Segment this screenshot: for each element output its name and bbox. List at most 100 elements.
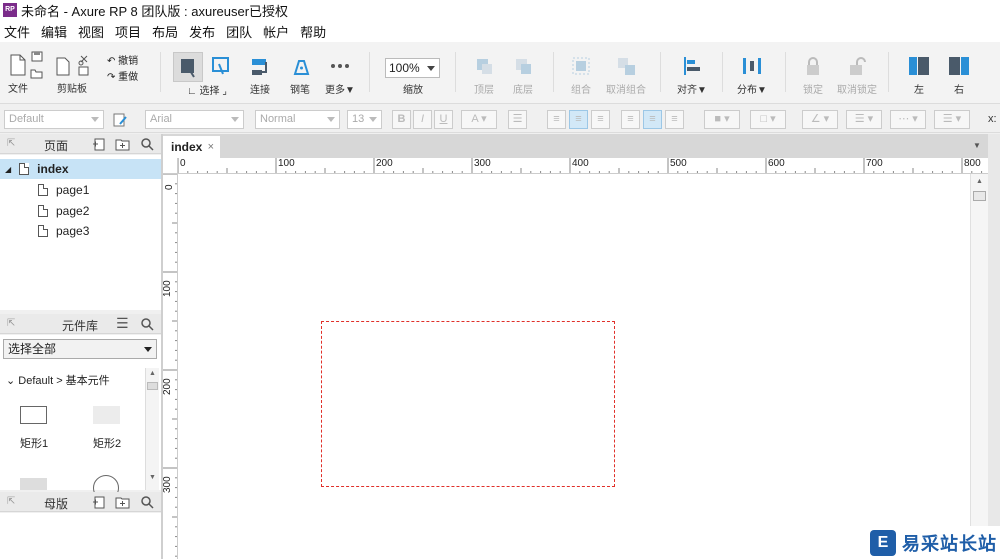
bring-to-front-button[interactable]: 顶层 bbox=[471, 55, 497, 96]
italic-button[interactable]: I bbox=[413, 110, 432, 129]
distribute-button[interactable]: 分布▼ bbox=[734, 55, 770, 96]
align-center-text-button[interactable]: ≡ bbox=[569, 110, 588, 129]
redo-icon: ↷ bbox=[107, 72, 119, 83]
send-to-back-button[interactable]: 底层 bbox=[510, 55, 536, 96]
design-canvas[interactable] bbox=[178, 174, 970, 559]
valign-middle-button[interactable]: ≡ bbox=[643, 110, 662, 129]
tab-index[interactable]: index × bbox=[163, 136, 220, 158]
widget-image-preview[interactable] bbox=[20, 478, 47, 490]
unlock-icon bbox=[850, 57, 866, 75]
unlock-button[interactable]: 取消锁定 bbox=[835, 55, 879, 96]
widget-rectangle2-preview[interactable] bbox=[93, 406, 120, 424]
select-mode-button[interactable] bbox=[173, 52, 203, 82]
widget-rectangle1-preview[interactable] bbox=[20, 406, 47, 424]
font-size-select[interactable]: 13 bbox=[347, 110, 382, 129]
pin-icon[interactable]: ⇱ bbox=[7, 318, 15, 329]
align-button[interactable]: 对齐▼ bbox=[674, 55, 710, 96]
search-icon[interactable] bbox=[140, 495, 154, 509]
undo-button[interactable]: ↶ 撤销 bbox=[107, 52, 138, 67]
style-select[interactable]: Default bbox=[4, 110, 104, 129]
text-align-right-icon: ≡ bbox=[597, 113, 604, 125]
left-panel-button[interactable]: 左 bbox=[905, 55, 933, 96]
right-label: 右 bbox=[954, 85, 964, 96]
right-panel-icon bbox=[949, 57, 969, 75]
page-item-page2[interactable]: page2 bbox=[0, 201, 161, 221]
menu-help[interactable]: 帮助 bbox=[300, 22, 326, 41]
valign-bottom-button[interactable]: ≡ bbox=[665, 110, 684, 129]
search-icon[interactable] bbox=[140, 317, 154, 331]
redo-button[interactable]: ↷ 重做 bbox=[107, 68, 138, 83]
connect-button[interactable]: 连接 bbox=[247, 55, 273, 96]
add-folder-icon[interactable] bbox=[115, 495, 131, 509]
scroll-thumb[interactable] bbox=[973, 191, 986, 201]
search-icon[interactable] bbox=[140, 137, 154, 151]
menu-view[interactable]: 视图 bbox=[78, 22, 104, 41]
line-style-icon: ⋯ ▾ bbox=[898, 113, 918, 125]
font-family-select[interactable]: Arial bbox=[145, 110, 244, 129]
menu-project[interactable]: 项目 bbox=[115, 22, 141, 41]
close-icon[interactable]: × bbox=[208, 136, 214, 158]
align-right-text-button[interactable]: ≡ bbox=[591, 110, 610, 129]
canvas-vertical-scrollbar[interactable]: ▲ bbox=[970, 174, 988, 559]
add-folder-icon[interactable] bbox=[115, 137, 131, 151]
group-button[interactable]: 组合 bbox=[568, 55, 594, 96]
align-left-text-button[interactable]: ≡ bbox=[547, 110, 566, 129]
file-button[interactable]: 文件 bbox=[5, 54, 31, 95]
page-item-index[interactable]: ◢ index bbox=[0, 159, 161, 179]
font-weight-select[interactable]: Normal bbox=[255, 110, 340, 129]
tab-list-chevron-icon[interactable]: ▼ bbox=[973, 141, 981, 150]
library-group-header[interactable]: ⌄ Default > 基本元件 bbox=[6, 372, 110, 388]
save-open-icon[interactable] bbox=[30, 50, 44, 80]
library-scrollbar[interactable]: ▲ ▼ bbox=[145, 368, 159, 490]
more-button[interactable]: 更多▼ bbox=[323, 55, 357, 96]
select-contained-icon[interactable] bbox=[211, 56, 231, 76]
add-master-icon[interactable] bbox=[92, 495, 106, 509]
menu-file[interactable]: 文件 bbox=[4, 22, 30, 41]
chevron-down-icon bbox=[327, 117, 335, 122]
menu-account[interactable]: 帐户 bbox=[263, 22, 289, 41]
bullet-list-button[interactable]: ☰ bbox=[508, 110, 527, 129]
connect-icon bbox=[252, 59, 267, 75]
arrow-style-icon: ☰ ▾ bbox=[942, 113, 962, 125]
font-color-button[interactable]: A ▾ bbox=[461, 110, 497, 129]
selection-rectangle[interactable] bbox=[321, 321, 615, 487]
page-item-page1[interactable]: page1 bbox=[0, 180, 161, 200]
scroll-up-icon[interactable]: ▲ bbox=[976, 178, 983, 185]
lock-button[interactable]: 锁定 bbox=[800, 55, 826, 96]
add-page-icon[interactable] bbox=[92, 137, 106, 151]
line-style-button[interactable]: ⋯ ▾ bbox=[890, 110, 926, 129]
hruler-label-300: 300 bbox=[474, 158, 491, 169]
pin-icon[interactable]: ⇱ bbox=[7, 496, 15, 507]
clipboard-button[interactable]: 剪贴板 bbox=[55, 54, 89, 95]
menu-team[interactable]: 团队 bbox=[226, 22, 252, 41]
fill-color-button[interactable]: ■ ▾ bbox=[704, 110, 740, 129]
scroll-down-icon[interactable]: ▼ bbox=[149, 474, 156, 481]
menu-edit[interactable]: 编辑 bbox=[41, 22, 67, 41]
expand-triangle-icon[interactable]: ◢ bbox=[5, 165, 11, 174]
library-select[interactable]: 选择全部 bbox=[3, 339, 157, 359]
scroll-up-icon[interactable]: ▲ bbox=[149, 370, 156, 377]
pen-button[interactable]: 钢笔 bbox=[287, 55, 313, 96]
style-editor-icon[interactable] bbox=[112, 112, 128, 128]
shadow-icon: □ ▾ bbox=[760, 113, 776, 125]
line-color-button[interactable]: ∠ ▾ bbox=[802, 110, 838, 129]
bold-button[interactable]: B bbox=[392, 110, 411, 129]
valign-top-button[interactable]: ≡ bbox=[621, 110, 640, 129]
shadow-button[interactable]: □ ▾ bbox=[750, 110, 786, 129]
menu-layout[interactable]: 布局 bbox=[152, 22, 178, 41]
underline-button[interactable]: U bbox=[434, 110, 453, 129]
vruler-label-200: 200 bbox=[163, 378, 173, 395]
zoom-select[interactable]: 100% bbox=[385, 58, 440, 78]
page-item-page3[interactable]: page3 bbox=[0, 221, 161, 241]
masters-panel-header: ⇱ 母版 bbox=[0, 492, 161, 512]
ungroup-button[interactable]: 取消组合 bbox=[603, 55, 649, 96]
menu-publish[interactable]: 发布 bbox=[189, 22, 215, 41]
line-width-button[interactable]: ☰ ▾ bbox=[846, 110, 882, 129]
vruler-label-100: 100 bbox=[163, 280, 173, 297]
menu-icon[interactable]: ☰ bbox=[116, 315, 129, 332]
hruler-label-500: 500 bbox=[670, 158, 687, 169]
arrow-style-button[interactable]: ☰ ▾ bbox=[934, 110, 970, 129]
scroll-thumb[interactable] bbox=[147, 382, 158, 390]
pin-icon[interactable]: ⇱ bbox=[7, 138, 15, 149]
right-panel-button[interactable]: 右 bbox=[945, 55, 973, 96]
